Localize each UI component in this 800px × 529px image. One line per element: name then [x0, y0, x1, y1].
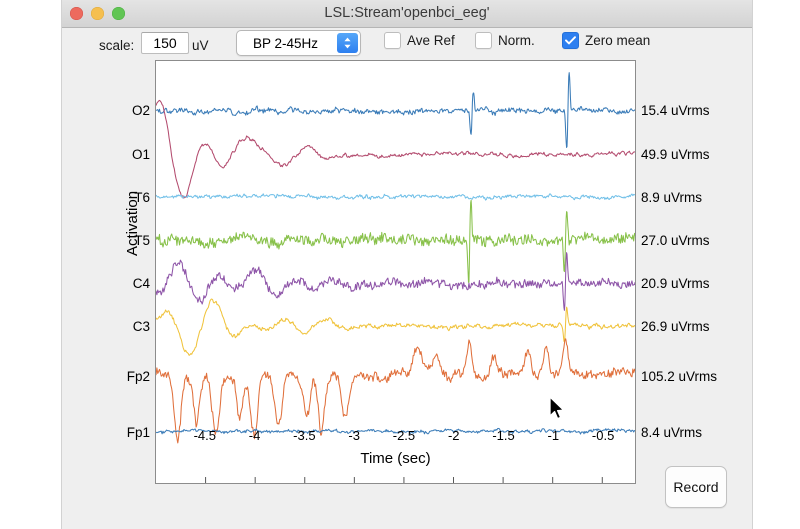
checkbox-zero-mean[interactable]: Zero mean	[562, 32, 650, 49]
channel-label-o2: O2	[131, 103, 150, 119]
checkbox-zero-mean-label: Zero mean	[585, 33, 651, 48]
window-title: LSL:Stream'openbci_eeg'	[324, 5, 490, 21]
channel-label-t6: T6	[134, 189, 150, 205]
scale-input[interactable]	[141, 32, 189, 54]
rms-label-column: 15.4 uVrms 49.9 uVrms 8.9 uVrms 27.0 uVrms 2…	[641, 61, 727, 483]
checkbox-norm[interactable]: Norm.	[475, 32, 535, 49]
record-button[interactable]: Record	[665, 466, 727, 508]
app-window: LSL:Stream'openbci_eeg' scale: uV BP 2-4…	[62, 0, 752, 529]
rms-label-o1: 49.9 uVrms	[641, 147, 710, 163]
rms-label-t6: 8.9 uVrms	[641, 189, 703, 205]
trace-t6	[156, 193, 635, 201]
channel-label-o1: O1	[131, 147, 150, 163]
trace-o1	[156, 99, 635, 199]
rms-label-t5: 27.0 uVrms	[641, 233, 710, 249]
channel-label-c3: C3	[132, 319, 150, 335]
x-tick-2: -3.5	[293, 428, 316, 443]
trace-c3	[156, 298, 635, 356]
unit-label: uV	[192, 38, 209, 53]
toolbar: scale: uV BP 2-45Hz Ave Ref	[62, 27, 752, 63]
channel-label-c4: C4	[132, 276, 150, 292]
rms-label-o2: 15.4 uVrms	[641, 103, 710, 119]
screen: LSL:Stream'openbci_eeg' scale: uV BP 2-4…	[0, 0, 800, 529]
chevron-updown-icon	[337, 33, 358, 53]
rms-label-c4: 20.9 uVrms	[641, 276, 710, 292]
checkbox-ave-ref-label: Ave Ref	[407, 33, 455, 48]
window-titlebar: LSL:Stream'openbci_eeg'	[62, 0, 752, 28]
scale-label: scale:	[99, 38, 135, 53]
checkbox-ave-ref[interactable]: Ave Ref	[384, 32, 455, 49]
x-tick-8: -0.5	[591, 428, 615, 443]
x-tick-0: -4.5	[193, 428, 216, 443]
rms-label-c3: 26.9 uVrms	[641, 319, 710, 335]
eeg-traces	[156, 72, 635, 483]
checkbox-ave-ref-box	[384, 32, 401, 49]
checkbox-norm-box	[475, 32, 492, 49]
x-tick-4: -2.5	[392, 428, 416, 443]
filter-select-value: BP 2-45Hz	[252, 35, 319, 51]
rms-label-fp2: 105.2 uVrms	[641, 368, 718, 384]
channel-label-column: O2 O1 T6 T5 C4 C3 Fp2 Fp1	[94, 61, 150, 483]
x-tick-1: -4	[248, 428, 261, 443]
channel-label-fp2: Fp2	[126, 368, 150, 384]
trace-o2	[156, 72, 635, 148]
eeg-plot: Activation O2 O1 T6 T5 C4 C3 Fp2 Fp1 15.4 uVrms…	[124, 60, 717, 484]
channel-label-t5: T5	[134, 233, 150, 249]
trace-t5	[156, 199, 635, 283]
rms-label-fp1: 8.4 uVrms	[641, 424, 703, 440]
channel-label-fp1: Fp1	[126, 424, 150, 440]
filter-select[interactable]: BP 2-45Hz	[236, 30, 361, 56]
checkbox-zero-mean-box	[562, 32, 579, 49]
x-tick-3: -3	[348, 428, 360, 443]
x-tick-7: -1	[547, 428, 560, 443]
x-tick-5: -2	[447, 428, 460, 443]
checkbox-norm-label: Norm.	[498, 33, 535, 48]
x-tick-6: -1.5	[492, 428, 515, 443]
x-axis-label: Time (sec)	[360, 450, 431, 467]
